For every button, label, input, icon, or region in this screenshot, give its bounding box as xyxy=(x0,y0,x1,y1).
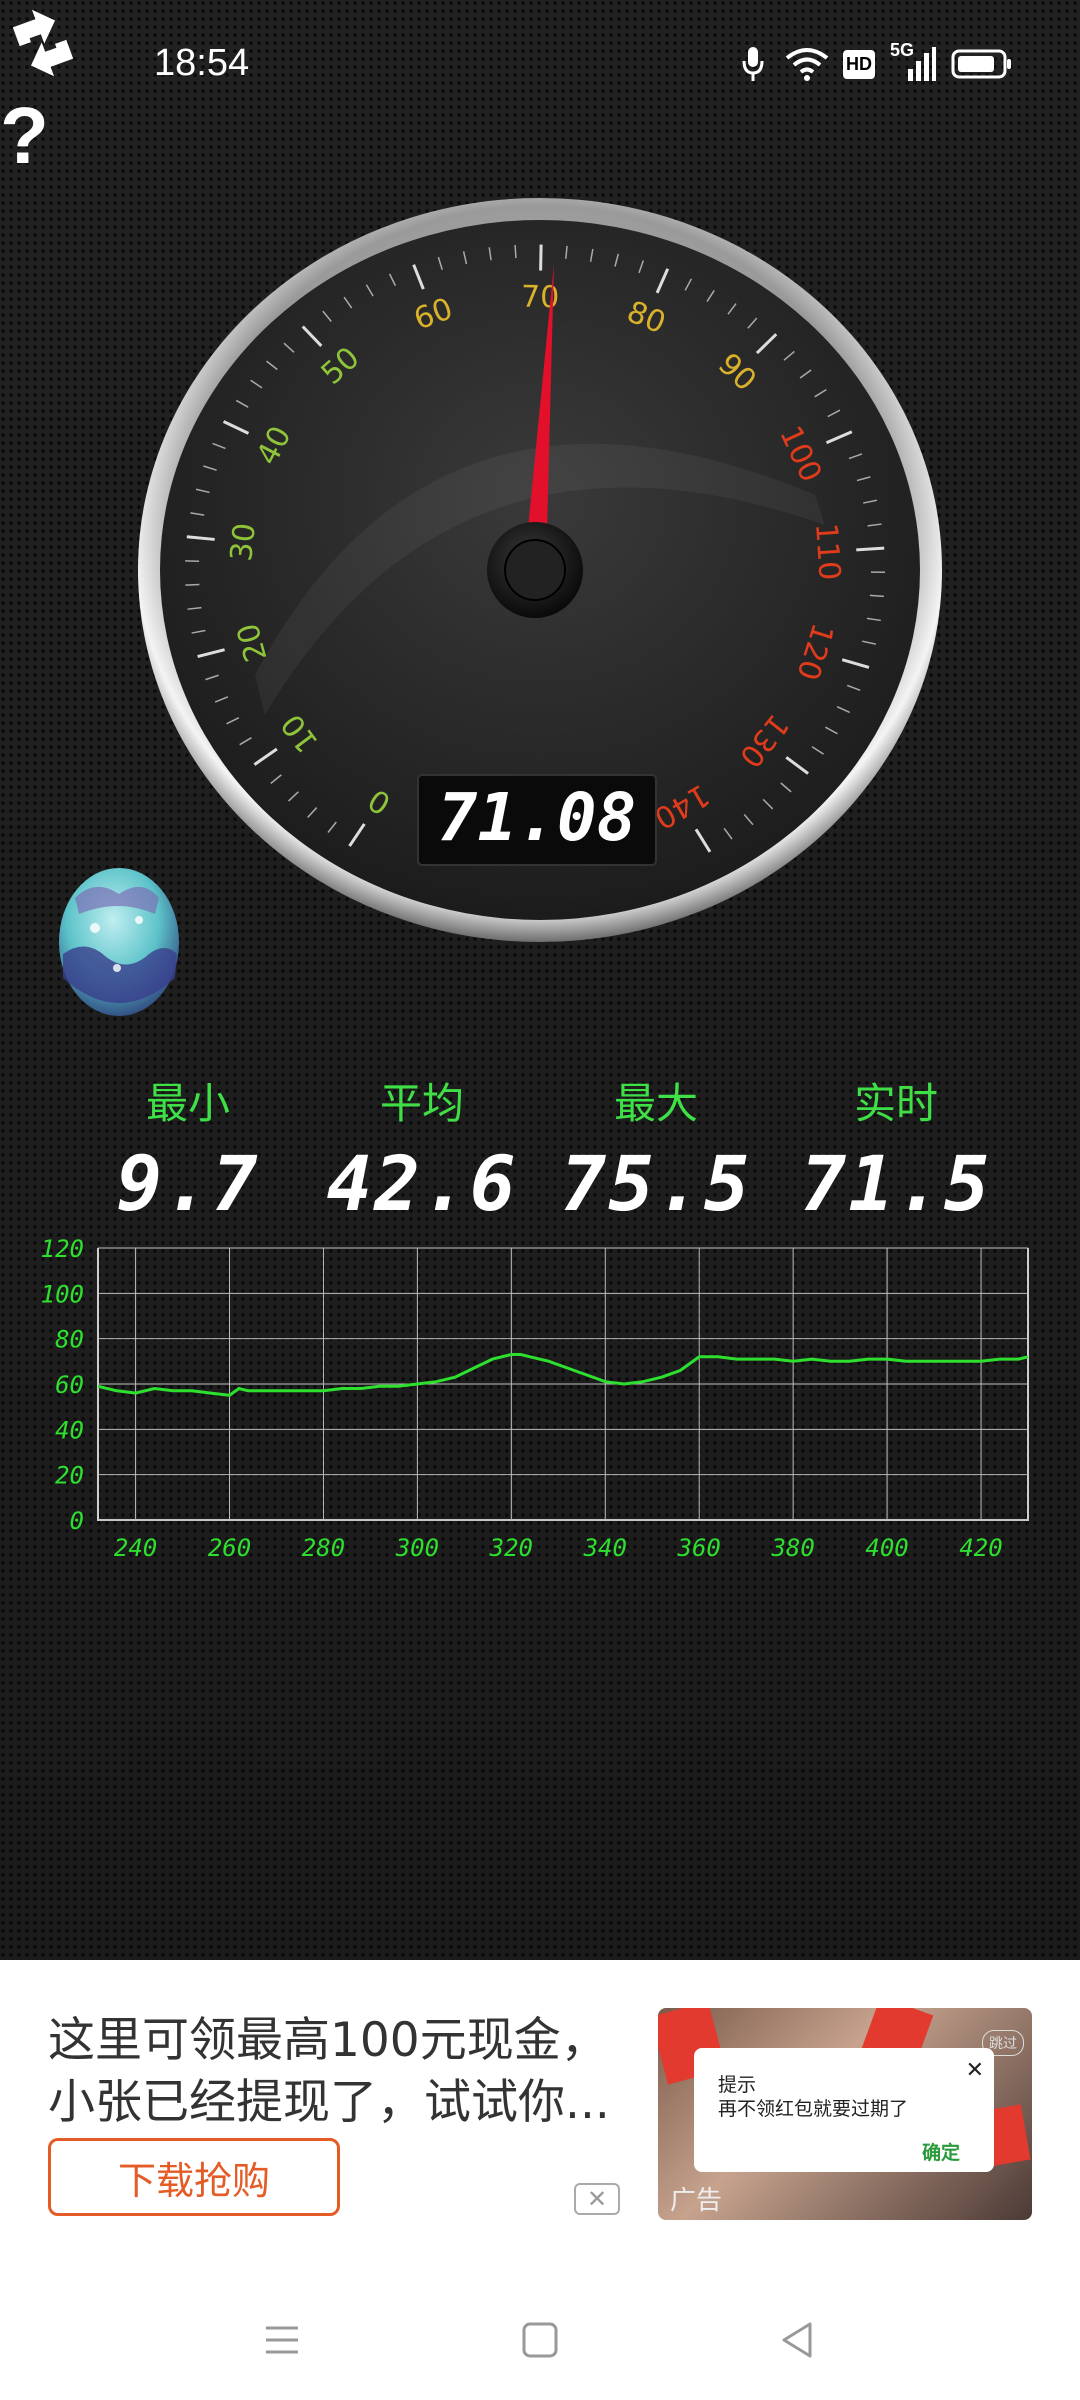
home-icon[interactable] xyxy=(510,2310,570,2370)
chart-x-tick-label: 300 xyxy=(395,1534,439,1562)
stat-avg: 平均 42.6 xyxy=(322,1070,522,1228)
ad-label: 广告 xyxy=(670,2186,723,2216)
stat-live: 实时 71.5 xyxy=(796,1070,996,1228)
gauge-minor-tick xyxy=(869,594,884,598)
stat-avg-label: 平均 xyxy=(379,1079,464,1128)
chart-y-tick-label: 60 xyxy=(55,1371,84,1399)
stat-min: 最小 9.7 xyxy=(88,1070,288,1228)
menu-icon[interactable] xyxy=(252,2310,312,2370)
gauge-tick-label: 30 xyxy=(224,521,263,563)
ad-dialog-ok-button[interactable]: 确定 xyxy=(922,2138,960,2165)
stat-min-value: 9.7 xyxy=(116,1139,260,1228)
stat-min-label: 最小 xyxy=(145,1079,230,1128)
chart-x-tick-label: 260 xyxy=(208,1534,251,1562)
digital-readout: 71.08 xyxy=(438,779,637,856)
gauge-tick-label: 70 xyxy=(521,280,560,316)
chart-x-tick-label: 360 xyxy=(677,1534,721,1562)
gauge-major-tick xyxy=(856,546,885,552)
chart-y-tick-label: 100 xyxy=(41,1280,84,1308)
wifi-icon xyxy=(784,44,830,84)
chart-y-tick-label: 80 xyxy=(55,1326,84,1354)
chart-x-tick-label: 240 xyxy=(114,1534,157,1562)
chart-x-tick-label: 420 xyxy=(959,1534,1002,1562)
gauge-tick-label: 110 xyxy=(808,522,847,581)
battery-icon xyxy=(950,44,1014,84)
gauge-minor-tick xyxy=(185,583,200,586)
chart-x-tick-label: 320 xyxy=(489,1534,533,1562)
stat-live-label: 实时 xyxy=(853,1079,938,1128)
ad-close-button[interactable]: ✕ xyxy=(574,2183,620,2215)
5g-signal-icon: 5G xyxy=(888,40,936,84)
stat-max-value: 75.5 xyxy=(560,1139,752,1228)
status-time: 18:54 xyxy=(154,42,250,84)
chart-x-tick-label: 340 xyxy=(583,1534,627,1562)
speedometer-gauge: 0 10 20 30 40 50 60 70 80 90 100 110 120 130 140 71.08 xyxy=(135,195,945,945)
ad-dialog-close-icon[interactable]: ✕ xyxy=(966,2058,984,2083)
chart-y-tick-label: 40 xyxy=(55,1416,84,1444)
stat-live-value: 71.5 xyxy=(800,1139,992,1228)
back-icon[interactable] xyxy=(768,2310,828,2370)
ad-text[interactable]: 这里可领最高100元现金，小张已经提现了，试试你... xyxy=(48,2010,628,2134)
chart-y-tick-label: 20 xyxy=(55,1462,84,1490)
stat-max: 最大 75.5 xyxy=(556,1070,756,1228)
ad-dialog-title: 提示 xyxy=(718,2074,757,2096)
chart-x-tick-label: 400 xyxy=(865,1534,908,1562)
chart-x-tick-label: 280 xyxy=(302,1534,345,1562)
hd-icon: HD xyxy=(842,44,876,84)
stat-avg-value: 42.6 xyxy=(326,1139,518,1228)
egg-icon[interactable] xyxy=(55,858,183,1018)
ad-dialog-message: 再不领红包就要过期了 xyxy=(718,2098,909,2120)
gauge-minor-tick xyxy=(514,244,517,259)
status-bar: 18:54 HD 5G xyxy=(0,0,1080,130)
microphone-icon xyxy=(738,44,768,84)
chart-y-tick-label: 120 xyxy=(41,1235,84,1263)
chart-x-tick-label: 380 xyxy=(770,1534,814,1562)
chart-series-line xyxy=(97,1353,1029,1397)
speed-history-chart: 0 20 40 60 80 100 120 240 260 280 300 320 340 360 380… xyxy=(0,1230,1080,1570)
ad-dialog[interactable]: 提示 再不领红包就要过期了 ✕ 确定 xyxy=(694,2048,994,2172)
ad-download-button[interactable]: 下载抢购 xyxy=(48,2138,340,2216)
stat-max-label: 最大 xyxy=(613,1079,698,1128)
chart-y-tick-label: 0 xyxy=(70,1507,84,1535)
